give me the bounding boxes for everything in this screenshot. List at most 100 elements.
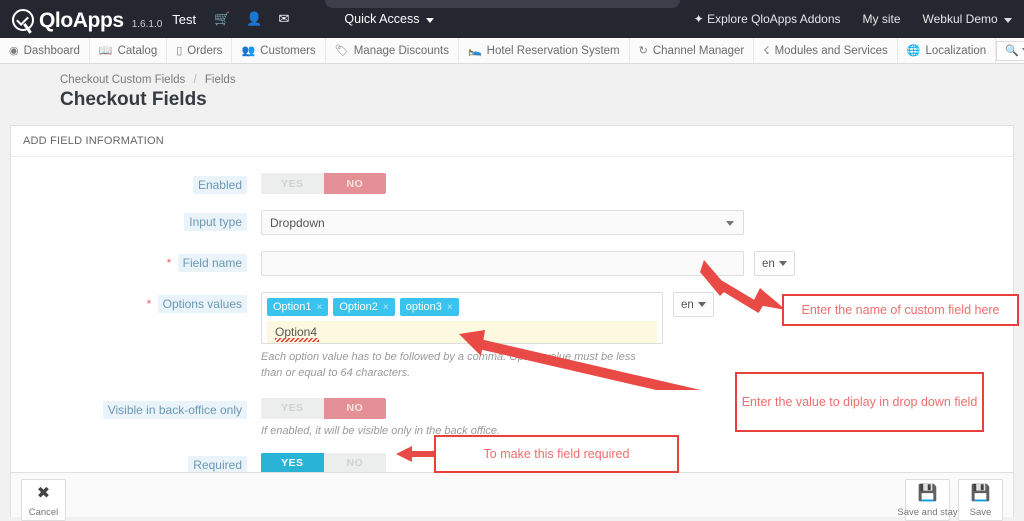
visible-back-office-toggle[interactable]: YES NO — [261, 397, 386, 419]
tag-chip[interactable]: option3 × — [399, 298, 459, 316]
save-and-stay-label: Save and stay — [897, 507, 958, 518]
breadcrumb: Checkout Custom Fields / Fields — [60, 74, 1024, 86]
required-toggle[interactable]: YES NO — [261, 452, 386, 474]
my-site-link[interactable]: My site — [863, 12, 901, 26]
cancel-label: Cancel — [28, 507, 59, 518]
field-name-control: en — [261, 251, 1013, 276]
topbar-icon-group: 🛒 👤 ✉ — [214, 11, 289, 27]
menu-label: Customers — [260, 44, 316, 57]
tag-remove-icon[interactable]: × — [317, 302, 323, 313]
page-header: Checkout Custom Fields / Fields Checkout… — [0, 64, 1024, 119]
annotation-required: To make this field required — [434, 435, 679, 473]
menu-item-modules-and-services[interactable]: ☇ Modules and Services — [754, 38, 898, 63]
panel-heading: ADD FIELD INFORMATION — [11, 126, 1013, 157]
brand-logo[interactable]: QloApps 1.6.1.0 — [12, 5, 162, 33]
tag-chip[interactable]: Option2 × — [333, 298, 395, 316]
top-bar: QloApps 1.6.1.0 Test 🛒 👤 ✉ Quick Access … — [0, 0, 1024, 38]
annotation-options-values: Enter the value to diplay in drop down f… — [735, 372, 984, 432]
user-icon[interactable]: 👤 — [246, 11, 262, 27]
menu-label: Dashboard — [23, 44, 80, 57]
breadcrumb-parent[interactable]: Checkout Custom Fields — [60, 74, 185, 86]
input-type-select[interactable]: Dropdown — [261, 210, 744, 235]
speedometer-icon: ◉ — [9, 45, 19, 57]
input-type-control: Dropdown — [261, 210, 1013, 235]
quick-access-dropdown[interactable]: Quick Access — [344, 12, 434, 26]
required-label-wrap: Required — [11, 453, 261, 474]
menu-item-orders[interactable]: ▯ Orders — [167, 38, 233, 63]
form-row-enabled: Enabled YES NO — [11, 173, 1013, 194]
search-scope-dropdown[interactable]: 🔍 — [996, 40, 1024, 61]
mail-icon[interactable]: ✉ — [279, 11, 290, 27]
page-title: Checkout Fields — [60, 89, 207, 110]
form-footer-toolbar: ✖ Cancel 💾 Save and stay 💾 Save — [10, 472, 1014, 521]
required-toggle-yes[interactable]: YES — [261, 452, 324, 474]
tag-chip[interactable]: Option1 × — [267, 298, 329, 316]
explore-addons-label: Explore QloApps Addons — [707, 12, 841, 26]
menu-item-localization[interactable]: 🌐 Localization — [898, 38, 997, 63]
options-values-entry-text: Option4 — [275, 325, 318, 339]
save-button[interactable]: 💾 Save — [958, 479, 1003, 521]
visible-back-office-label-wrap: Visible in back-office only — [11, 398, 261, 419]
breadcrumb-separator: / — [193, 74, 197, 86]
credit-card-icon: ▯ — [176, 45, 183, 57]
annotation-text: Enter the name of custom field here — [801, 302, 1000, 317]
menu-item-dashboard[interactable]: ◉ Dashboard — [0, 38, 90, 63]
menu-item-manage-discounts[interactable]: 🏷 Manage Discounts — [326, 38, 459, 63]
account-menu[interactable]: Webkul Demo — [923, 12, 1012, 26]
shop-name: Test — [172, 11, 197, 27]
tag-icon: 🏷 — [334, 45, 349, 57]
required-asterisk: * — [166, 256, 172, 270]
puzzle-icon: ☇ — [763, 45, 770, 57]
field-name-label-wrap: * Field name — [11, 251, 261, 272]
explore-addons-link[interactable]: ✦ Explore QloApps Addons — [694, 12, 841, 26]
annotation-text: To make this field required — [483, 446, 630, 461]
visible-back-office-toggle-no[interactable]: NO — [323, 397, 386, 419]
chevron-down-icon — [425, 18, 434, 23]
menu-label: Hotel Reservation System — [486, 44, 620, 57]
enabled-toggle[interactable]: YES NO — [261, 173, 386, 194]
menu-item-customers[interactable]: 👥 Customers — [232, 38, 326, 63]
enabled-toggle-yes[interactable]: YES — [261, 173, 324, 194]
menu-item-hotel-reservation-system[interactable]: 🛌 Hotel Reservation System — [459, 38, 630, 63]
visible-back-office-label: Visible in back-office only — [102, 400, 247, 419]
enabled-label: Enabled — [192, 176, 247, 194]
enabled-label-wrap: Enabled — [11, 173, 261, 194]
required-asterisk: * — [146, 297, 152, 311]
globe-icon: 🌐 — [906, 45, 921, 57]
brand-version: 1.6.1.0 — [131, 19, 163, 30]
input-type-label: Input type — [184, 213, 247, 231]
required-toggle-no[interactable]: NO — [323, 452, 386, 474]
save-label: Save — [969, 507, 992, 518]
book-icon: 📖 — [98, 45, 113, 57]
main-menu-bar: ◉ Dashboard 📖 Catalog ▯ Orders 👥 Custome… — [0, 38, 1024, 64]
account-label: Webkul Demo — [922, 12, 998, 26]
save-icon: 💾 — [970, 485, 991, 502]
field-name-input[interactable] — [261, 251, 744, 276]
qloapps-logo-icon — [12, 9, 34, 31]
menu-search-group: 🔍 — [996, 38, 1024, 63]
menu-label: Localization — [925, 44, 987, 57]
annotation-arrow-field-name — [700, 260, 786, 314]
topbar-notch — [325, 0, 680, 8]
spellcheck-underline — [275, 338, 319, 342]
form-row-input-type: Input type Dropdown — [11, 210, 1013, 235]
menu-label: Channel Manager — [652, 44, 745, 57]
enabled-toggle-no[interactable]: NO — [323, 173, 386, 194]
menu-label: Manage Discounts — [353, 44, 449, 57]
visible-back-office-toggle-yes[interactable]: YES — [261, 397, 324, 419]
cancel-button[interactable]: ✖ Cancel — [21, 479, 66, 521]
refresh-icon: ↻ — [638, 45, 648, 57]
tag-remove-icon[interactable]: × — [447, 302, 453, 313]
footer-right-group: 💾 Save and stay 💾 Save — [897, 479, 1003, 521]
save-and-stay-button[interactable]: 💾 Save and stay — [897, 479, 958, 521]
menu-label: Catalog — [117, 44, 158, 57]
menu-item-channel-manager[interactable]: ↻ Channel Manager — [630, 38, 755, 63]
cart-icon[interactable]: 🛒 — [214, 11, 230, 27]
tag-remove-icon[interactable]: × — [383, 302, 389, 313]
language-code: en — [681, 298, 694, 311]
close-icon: ✖ — [36, 485, 51, 502]
breadcrumb-current[interactable]: Fields — [205, 74, 236, 86]
menu-item-catalog[interactable]: 📖 Catalog — [90, 38, 168, 63]
chevron-down-icon — [1004, 18, 1012, 23]
options-values-label-wrap: * Options values — [11, 292, 261, 313]
